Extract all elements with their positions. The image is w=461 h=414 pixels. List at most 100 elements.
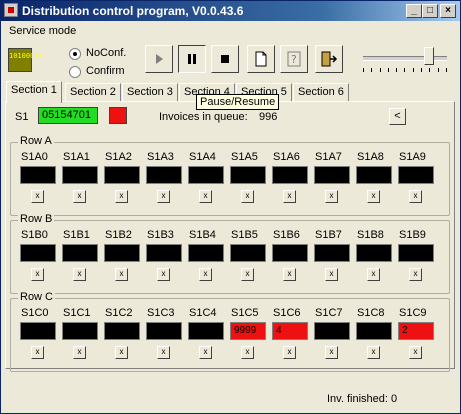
slot-label: S1A0 [21,151,48,163]
slot-clear-button[interactable]: x [409,190,422,203]
slot-clear-button[interactable]: x [283,268,296,281]
slot-label: S1C0 [21,307,49,319]
slot-clear-button[interactable]: x [325,346,338,359]
slider-thumb[interactable] [423,47,434,65]
pause-button[interactable] [178,45,206,73]
slot-clear-button[interactable]: x [409,346,422,359]
row-group: Row A S1A0 x S1A1 x S1A2 x S1A3 x S1A4 x S1A5 x S1A6 x… [10,135,450,216]
slot-display: 9999 [230,322,266,340]
tab-section-1[interactable]: Section 1 [6,81,62,103]
slot-label: S1C3 [147,307,175,319]
slot-label: S1A2 [105,151,132,163]
new-document-button[interactable] [247,45,275,73]
slot-display: 2 [398,322,434,340]
slot-clear-button[interactable]: x [115,346,128,359]
row-group-title: Row B [18,213,55,225]
slot-clear-button[interactable]: x [367,268,380,281]
slot-label: S1A3 [147,151,174,163]
slider-ticks [363,68,447,72]
radio-confirm[interactable] [69,66,81,78]
slot-clear-button[interactable]: x [199,190,212,203]
tab-section-6[interactable]: Section 6 [293,83,349,101]
stop-button[interactable] [211,45,239,73]
slot-display [230,166,266,184]
slot-label: S1B6 [273,229,300,241]
title-bar[interactable]: Distribution control program, V0.0.43.6 … [1,1,460,21]
slot-clear-button[interactable]: x [157,190,170,203]
main-window: Distribution control program, V0.0.43.6 … [0,0,461,414]
slot-clear-button[interactable]: x [199,268,212,281]
help-button[interactable]: ? [280,45,308,73]
slot-label: S1B4 [189,229,216,241]
slot-label: S1B1 [63,229,90,241]
slot-clear-button[interactable]: x [157,268,170,281]
play-icon [156,54,163,64]
slot-display [20,322,56,340]
slot-clear-button[interactable]: x [73,346,86,359]
slot-label: S1A7 [315,151,342,163]
collapse-button[interactable]: < [389,108,406,125]
radio-noconf-label: NoConf. [86,47,127,59]
slot-label: S1C8 [357,307,385,319]
slot-clear-button[interactable]: x [31,268,44,281]
slot-clear-button[interactable]: x [241,268,254,281]
slot-display [188,166,224,184]
pause-icon [188,54,196,64]
slot-label: S1C7 [315,307,343,319]
slot-clear-button[interactable]: x [367,190,380,203]
slot-display [104,322,140,340]
binary-data-icon[interactable]: 10100011 [8,48,43,72]
slot-clear-button[interactable]: x [241,346,254,359]
row-group-title: Row A [18,135,54,147]
slot-display [398,166,434,184]
slot-clear-button[interactable]: x [115,190,128,203]
slot-display [230,244,266,262]
slot-label: S1A9 [399,151,426,163]
slot-label: S1B9 [399,229,426,241]
row-group: Row C S1C0 x S1C1 x S1C2 x S1C3 x S1C4 x S1C5 9999 x S… [10,291,450,372]
menu-service-mode[interactable]: Service mode [9,25,76,37]
slot-clear-button[interactable]: x [31,190,44,203]
row-group-title: Row C [18,291,56,303]
radio-noconf[interactable] [69,48,81,60]
exit-button[interactable] [315,45,343,73]
slot-clear-button[interactable]: x [199,346,212,359]
row-group: Row B S1B0 x S1B1 x S1B2 x S1B3 x S1B4 x S1B5 x S1B6 x… [10,213,450,294]
slot-clear-button[interactable]: x [283,346,296,359]
document-icon [255,51,267,67]
slot-clear-button[interactable]: x [325,190,338,203]
slot-clear-button[interactable]: x [31,346,44,359]
pause-resume-tooltip: Pause/Resume [196,94,280,110]
slot-label: S1A4 [189,151,216,163]
slot-label: S1A8 [357,151,384,163]
close-button[interactable]: × [440,4,456,18]
invoices-queue-value: 996 [259,111,278,123]
maximize-button[interactable]: □ [422,4,438,18]
slot-display [314,244,350,262]
slot-label: S1B2 [105,229,132,241]
slot-display [104,166,140,184]
slot-label: S1C1 [63,307,91,319]
slot-display [356,166,392,184]
invoices-queue-label: Invoices in queue: [159,111,248,123]
slot-clear-button[interactable]: x [325,268,338,281]
slot-clear-button[interactable]: x [409,268,422,281]
tab-section-2[interactable]: Section 2 [65,83,121,101]
tab-section-3[interactable]: Section 3 [122,83,178,101]
slot-clear-button[interactable]: x [115,268,128,281]
slot-label: S1C5 [231,307,259,319]
slot-clear-button[interactable]: x [367,346,380,359]
slider-track[interactable] [363,56,447,61]
status-invoices-finished: Inv. finished: 0 [327,393,398,405]
s1-status-indicator[interactable] [109,107,127,124]
slot-clear-button[interactable]: x [241,190,254,203]
slot-display [146,244,182,262]
slot-display [356,244,392,262]
slot-display [62,244,98,262]
slot-clear-button[interactable]: x [283,190,296,203]
slot-clear-button[interactable]: x [73,268,86,281]
minimize-button[interactable]: _ [406,4,422,18]
play-button[interactable] [145,45,173,73]
slot-clear-button[interactable]: x [73,190,86,203]
slot-clear-button[interactable]: x [157,346,170,359]
